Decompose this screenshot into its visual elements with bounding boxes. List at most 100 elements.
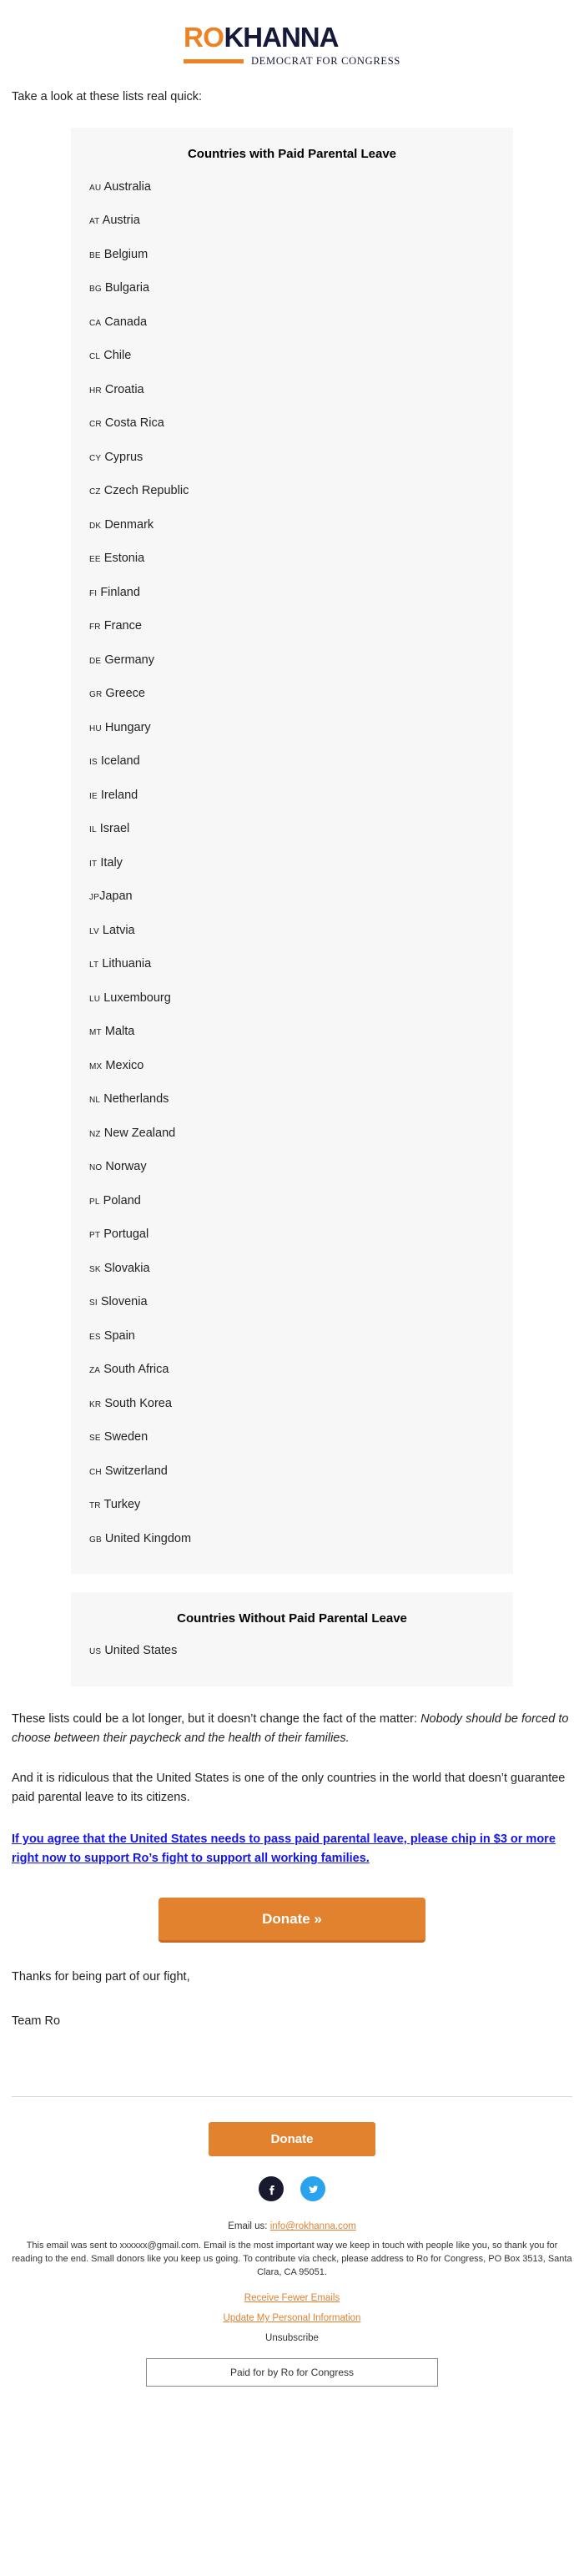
country-list-without: US United States (86, 1634, 498, 1668)
country-code: TR (89, 1501, 101, 1511)
country-name: Greece (102, 687, 145, 701)
country-name: Portugal (100, 1228, 149, 1242)
donate-button-container: Donate » (0, 1869, 584, 1943)
country-name: Luxembourg (100, 991, 171, 1005)
receive-fewer-emails-link[interactable]: Receive Fewer Emails (12, 2293, 572, 2303)
country-name: Netherlands (100, 1092, 169, 1107)
intro-text: Take a look at these lists real quick: (12, 90, 203, 103)
country-list-item: ZA South Africa (86, 1353, 498, 1387)
country-list-item: FR France (86, 609, 498, 643)
country-name: Czech Republic (100, 484, 189, 498)
country-code: KR (89, 1399, 102, 1409)
country-code: SI (89, 1298, 98, 1308)
country-name: Estonia (100, 552, 145, 566)
country-list-item: BE Belgium (86, 238, 498, 272)
paragraph-two: And it is ridiculous that the United Sta… (12, 1771, 566, 1805)
country-code: LT (89, 960, 99, 970)
footer-links: Receive Fewer Emails Update My Personal … (12, 2293, 572, 2343)
country-list-item: TR Turkey (86, 1488, 498, 1522)
update-personal-information-link[interactable]: Update My Personal Information (12, 2313, 572, 2323)
ro-khanna-logo[interactable]: ROKHANNA DEMOCRAT FOR CONGRESS (183, 22, 401, 68)
country-code: NL (89, 1096, 101, 1106)
country-list-item: SE Sweden (86, 1420, 498, 1454)
email-address-link[interactable]: info@rokhanna.com (270, 2221, 356, 2231)
country-list-item: SK Slovakia (86, 1252, 498, 1286)
paid-for-by-box: Paid for by Ro for Congress (146, 2358, 438, 2387)
country-code: DE (89, 656, 102, 666)
country-list-item: NL Netherlands (86, 1082, 498, 1117)
country-list-item: AU Australia (86, 170, 498, 204)
country-list-item: MX Mexico (86, 1049, 498, 1083)
country-name: Israel (96, 822, 130, 836)
country-name: Belgium (100, 247, 149, 261)
logo-ro-text: RO (183, 22, 224, 53)
country-name: United States (101, 1644, 178, 1658)
country-code: GB (89, 1535, 102, 1545)
country-list-item: EE Estonia (86, 542, 498, 576)
panel-countries-with-leave: Countries with Paid Parental Leave AU Au… (71, 128, 513, 1575)
country-code: AT (89, 217, 100, 227)
facebook-icon[interactable] (259, 2176, 284, 2202)
country-list-item: IT Italy (86, 846, 498, 880)
country-list-item: LT Lithuania (86, 947, 498, 981)
unsubscribe-link[interactable]: Unsubscribe (12, 2333, 572, 2343)
logo-tagline-row: DEMOCRAT FOR CONGRESS (183, 55, 401, 68)
country-list-item: DE Germany (86, 643, 498, 678)
country-code: SK (89, 1264, 101, 1274)
country-list-item: PT Portugal (86, 1217, 498, 1252)
country-list-item: NO Norway (86, 1150, 498, 1184)
country-name: Sweden (100, 1430, 149, 1444)
country-name: Italy (97, 855, 123, 870)
country-code: LV (89, 926, 99, 936)
country-name: Cyprus (101, 450, 143, 464)
country-name: Denmark (101, 517, 154, 532)
country-code: PL (89, 1197, 100, 1207)
country-list-item: GR Greece (86, 677, 498, 711)
country-code: CZ (89, 487, 101, 497)
logo-tagline-text: DEMOCRAT FOR CONGRESS (250, 55, 401, 67)
country-code: CH (89, 1467, 102, 1477)
country-name: Japan (99, 890, 133, 904)
country-code: FI (89, 588, 98, 598)
country-name: Costa Rica (101, 416, 164, 431)
country-name: Ireland (97, 788, 138, 802)
country-name: Slovenia (97, 1295, 148, 1309)
panel-with-title: Countries with Paid Parental Leave (187, 147, 397, 162)
footer-disclaimer: This email was sent to xxxxxx@gmail.com.… (12, 2241, 572, 2278)
country-code: LU (89, 994, 101, 1004)
country-code: BG (89, 285, 102, 295)
country-name: Lithuania (98, 957, 152, 971)
country-name: South Korea (101, 1396, 172, 1410)
country-name: Hungary (101, 720, 151, 734)
country-code: IE (89, 791, 98, 801)
country-code: MX (89, 1061, 103, 1071)
country-list-with: AU Australia AT Austria BE Belgium BG Bulga… (86, 170, 498, 1556)
panel-countries-without-leave: Countries Without Paid Parental Leave US… (71, 1592, 513, 1686)
country-code: MT (89, 1028, 102, 1038)
country-code: NZ (89, 1129, 101, 1139)
country-name: United Kingdom (101, 1531, 192, 1545)
twitter-icon[interactable] (300, 2176, 325, 2202)
country-code: CY (89, 453, 102, 463)
country-name: Finland (97, 585, 140, 599)
country-list-item: US United States (86, 1634, 498, 1668)
email-footer: Donate Email us: info@rokhanna.com This … (0, 2097, 584, 2420)
footer-donate-button[interactable]: Donate (209, 2122, 375, 2157)
country-list-item: JPJapan (86, 880, 498, 914)
country-list-item: BG Bulgaria (86, 271, 498, 305)
country-list-item: CA Canada (86, 305, 498, 340)
country-name: Poland (99, 1193, 141, 1207)
country-list-item: CY Cyprus (86, 441, 498, 475)
country-code: CR (89, 420, 102, 430)
country-code: SE (89, 1434, 101, 1444)
country-name: France (100, 619, 142, 633)
donate-button[interactable]: Donate » (159, 1897, 425, 1943)
country-name: Iceland (97, 754, 140, 769)
country-list-item: CL Chile (86, 339, 498, 373)
donate-inline-link[interactable]: If you agree that the United States need… (12, 1830, 572, 1869)
country-code: FR (89, 623, 101, 633)
country-name: New Zealand (100, 1126, 176, 1140)
country-list-item: AT Austria (86, 204, 498, 238)
country-list-item: HU Hungary (86, 711, 498, 745)
logo-accent-bar (183, 59, 244, 63)
